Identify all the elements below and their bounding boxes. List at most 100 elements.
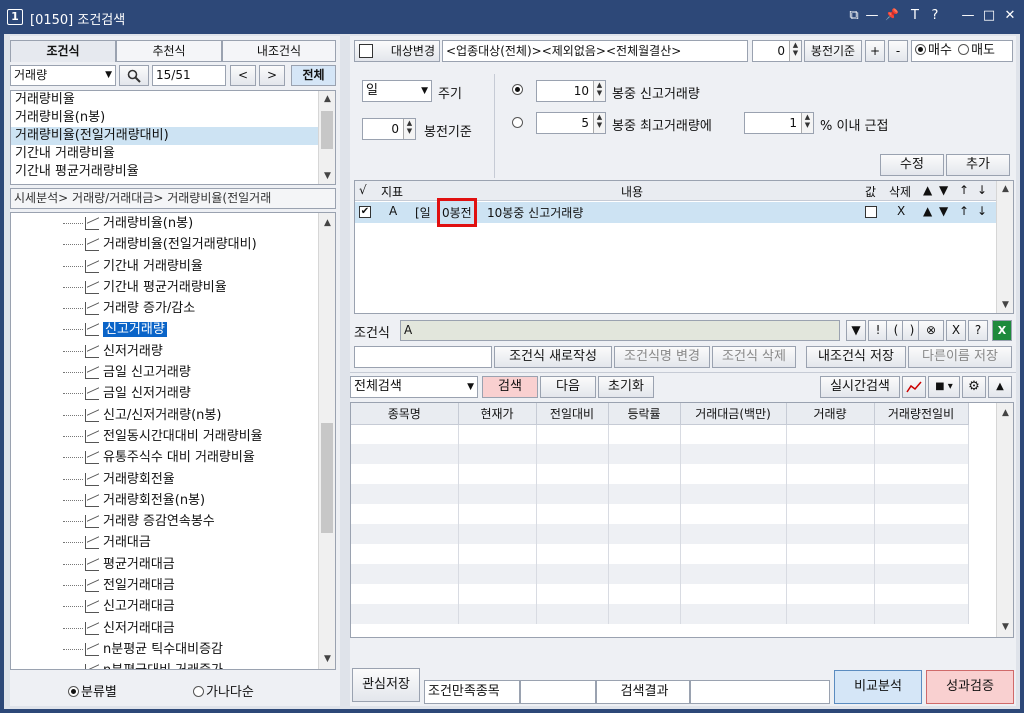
save-my-button[interactable]: 내조건식 저장 bbox=[806, 346, 906, 368]
list-item[interactable]: 기간내 평균거래량비율 bbox=[11, 163, 335, 181]
tree-item[interactable]: 금일 신저거래량 bbox=[11, 383, 335, 404]
scroll-up-icon[interactable]: ▲ bbox=[319, 215, 335, 231]
search-scope-select[interactable]: 전체검색 ▼ bbox=[350, 376, 478, 398]
search-run-button[interactable]: 검색 bbox=[482, 376, 538, 398]
delete-op-button[interactable]: X bbox=[946, 320, 966, 341]
option1-input[interactable]: 10 ▲ ▼ bbox=[536, 80, 606, 102]
tree-item[interactable]: 기간내 평균거래량비율 bbox=[11, 277, 335, 298]
list-item[interactable]: 거래량비율(전일거래량대비) bbox=[11, 127, 335, 145]
modify-button[interactable]: 수정 bbox=[880, 154, 944, 176]
row-move-up[interactable]: ▲ bbox=[923, 204, 932, 218]
table-row[interactable] bbox=[351, 564, 969, 584]
result-column-header[interactable]: 등락률 bbox=[608, 403, 681, 425]
result-column-header[interactable]: 종목명 bbox=[351, 403, 459, 425]
new-formula-button[interactable]: 조건식 새로작성 bbox=[494, 346, 612, 368]
realtime-search-button[interactable]: 실시간검색 bbox=[820, 376, 900, 398]
spin-icon[interactable]: ▲ ▼ bbox=[593, 113, 605, 133]
excel-icon[interactable]: X bbox=[992, 320, 1012, 341]
spin-icon[interactable]: ▲ ▼ bbox=[789, 41, 801, 61]
period-select[interactable]: 일 ▼ bbox=[362, 80, 432, 102]
tree-item[interactable]: 전일거래대금 bbox=[11, 575, 335, 596]
buy-label[interactable]: 매수 bbox=[928, 43, 952, 58]
radio-alpha[interactable]: 가나다순 bbox=[193, 681, 254, 700]
scroll-thumb[interactable] bbox=[321, 111, 333, 149]
close-icon[interactable]: ✕ bbox=[1001, 8, 1019, 23]
table-row[interactable] bbox=[351, 544, 969, 564]
option2-input[interactable]: 5 ▲ ▼ bbox=[536, 112, 606, 134]
row-move-bottom[interactable]: ↓ bbox=[977, 204, 987, 218]
tree-item[interactable]: 신저거래량 bbox=[11, 341, 335, 362]
table-row[interactable] bbox=[351, 424, 969, 444]
tree-item[interactable]: 거래량회전율(n봉) bbox=[11, 490, 335, 511]
list-item[interactable]: 기간내 거래량비율 bbox=[11, 145, 335, 163]
dropdown-icon[interactable]: ▼ bbox=[846, 320, 866, 341]
next-button[interactable]: > bbox=[259, 65, 285, 86]
formula-input[interactable]: A bbox=[400, 320, 840, 341]
next-page-button[interactable]: 다음 bbox=[540, 376, 596, 398]
collapse-icon[interactable]: ▲ bbox=[988, 376, 1012, 398]
scroll-up-icon[interactable]: ▲ bbox=[997, 405, 1013, 421]
table-row[interactable] bbox=[351, 604, 969, 624]
table-row[interactable]: ✔ A [일 0봉전 10봉중 신고거래량 X ▲ ▼ ↑ ↓ bbox=[355, 198, 997, 227]
tree-item[interactable]: 금일 신고거래량 bbox=[11, 362, 335, 383]
rename-button[interactable]: 조건식명 변경 bbox=[614, 346, 710, 368]
maximize-icon[interactable]: □ bbox=[980, 8, 998, 23]
formula-name-input[interactable] bbox=[354, 346, 492, 368]
table-row[interactable] bbox=[351, 444, 969, 464]
minimize-icon[interactable]: — bbox=[959, 8, 977, 23]
sell-label[interactable]: 매도 bbox=[971, 43, 995, 58]
scrollbar[interactable]: ▲ ▼ bbox=[996, 403, 1013, 637]
spin-icon[interactable]: ▲ ▼ bbox=[801, 113, 813, 133]
font-size-icon[interactable]: T bbox=[906, 8, 924, 23]
tree-item[interactable]: 기간내 거래량비율 bbox=[11, 256, 335, 277]
list-item[interactable]: 거래량비율(n봉) bbox=[11, 109, 335, 127]
option2-pct-input[interactable]: 1 ▲ ▼ bbox=[744, 112, 814, 134]
table-row[interactable] bbox=[351, 584, 969, 604]
tree-item[interactable]: 신고거래량 bbox=[11, 319, 335, 340]
option1-radio[interactable] bbox=[512, 84, 523, 95]
tree-item[interactable]: 거래량 증가/감소 bbox=[11, 298, 335, 319]
scrollbar[interactable]: ▲ ▼ bbox=[318, 91, 335, 184]
table-row[interactable] bbox=[351, 504, 969, 524]
list-item[interactable]: 거래량비율 bbox=[11, 91, 335, 109]
result-column-header[interactable]: 거래량전일비 bbox=[874, 403, 969, 425]
result-column-header[interactable]: 거래량 bbox=[786, 403, 875, 425]
tree-item[interactable]: 거래량 증감연속봉수 bbox=[11, 511, 335, 532]
spin-icon[interactable]: ▲ ▼ bbox=[593, 81, 605, 101]
pin-icon[interactable]: 📌 bbox=[883, 8, 901, 21]
row-move-down[interactable]: ▼ bbox=[939, 204, 948, 218]
minimize-to-tray-icon[interactable]: — bbox=[863, 8, 881, 23]
table-row[interactable] bbox=[351, 524, 969, 544]
scroll-up-icon[interactable]: ▲ bbox=[997, 181, 1013, 197]
add-button[interactable]: 추가 bbox=[946, 154, 1010, 176]
delete-formula-button[interactable]: 조건식 삭제 bbox=[712, 346, 796, 368]
row-checkbox[interactable]: ✔ bbox=[359, 206, 371, 218]
tree-item[interactable]: 거래대금 bbox=[11, 532, 335, 553]
tab-condition[interactable]: 조건식 bbox=[10, 40, 116, 62]
tab-recommend[interactable]: 추천식 bbox=[116, 40, 222, 62]
not-button[interactable]: ! bbox=[868, 320, 888, 341]
table-row[interactable] bbox=[351, 464, 969, 484]
performance-button[interactable]: 성과검증 bbox=[926, 670, 1014, 704]
tree-item[interactable]: 거래량비율(n봉) bbox=[11, 213, 335, 234]
scroll-up-icon[interactable]: ▲ bbox=[319, 91, 335, 107]
condition-table[interactable]: √ 지표 내용 값 삭제 ▲ ▼ ↑ ↓ ✔ A [일 0봉전 10봉중 신고거… bbox=[354, 180, 1014, 314]
minus-button[interactable]: - bbox=[888, 40, 908, 62]
chart-icon[interactable] bbox=[902, 376, 926, 398]
compare-button[interactable]: 비교분석 bbox=[834, 670, 922, 704]
scroll-down-icon[interactable]: ▼ bbox=[997, 619, 1013, 635]
indicator-list[interactable]: 거래량비율 거래량비율(n봉) 거래량비율(전일거래량대비) 기간내 거래량비율… bbox=[10, 90, 336, 185]
tree-item[interactable]: 신고거래대금 bbox=[11, 596, 335, 617]
indicator-tree[interactable]: 거래량비율(n봉) 거래량비율(전일거래량대비) 기간내 거래량비율 기간내 평균거래… bbox=[10, 212, 336, 670]
tree-item[interactable]: 유통주식수 대비 거래량비율 bbox=[11, 447, 335, 468]
bong-basis-button[interactable]: 봉전기준 bbox=[804, 40, 862, 62]
scrollbar[interactable]: ▲ ▼ bbox=[318, 213, 335, 669]
interest-save-button[interactable]: 관심저장 bbox=[352, 668, 420, 702]
save-as-button[interactable]: 다른이름 저장 bbox=[908, 346, 1012, 368]
tree-item[interactable]: 신고/신저거래량(n봉) bbox=[11, 405, 335, 426]
category-select[interactable]: 거래량 ▼ bbox=[10, 65, 116, 86]
spin-icon[interactable]: ▲ ▼ bbox=[403, 119, 415, 139]
scroll-down-icon[interactable]: ▼ bbox=[319, 168, 335, 184]
scrollbar[interactable]: ▲ ▼ bbox=[996, 181, 1013, 313]
buy-sell-toggle[interactable]: 매수 매도 bbox=[911, 40, 1013, 62]
